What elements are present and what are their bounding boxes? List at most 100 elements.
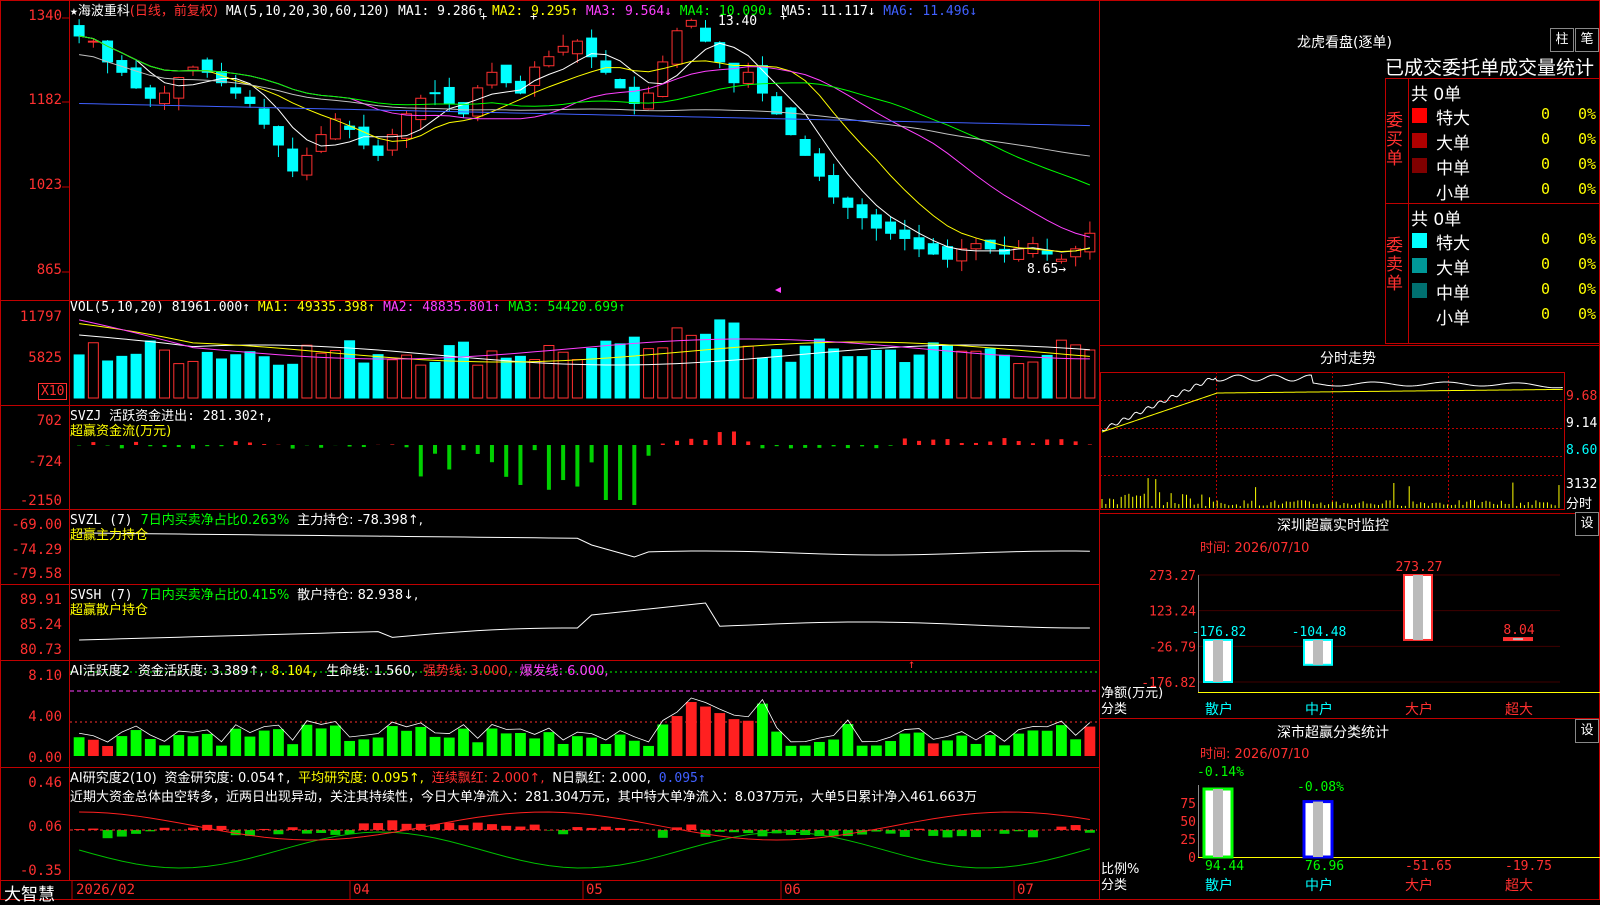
svzl-tick: -79.58 <box>4 566 62 582</box>
volume-bar <box>515 356 525 398</box>
activity-bar <box>316 728 327 756</box>
money-flow-bar <box>504 445 508 477</box>
volume-bar <box>316 353 326 398</box>
volume-bar <box>216 359 226 398</box>
volume-bar <box>644 349 654 398</box>
sz-stat-ytick: 0 <box>1188 851 1196 866</box>
volume-bar <box>373 355 383 398</box>
money-flow-bar <box>1002 438 1006 445</box>
sz-stat-settings-button[interactable]: 设 <box>1575 719 1599 743</box>
sz-stat-xlabel: 大户 <box>1405 877 1433 894</box>
candle-body <box>658 62 668 97</box>
volume-bar <box>757 358 767 398</box>
tick-mode-button[interactable]: 笔 <box>1575 28 1599 52</box>
money-flow-bar <box>946 439 950 445</box>
sz-stat-xlabel: 中户 <box>1305 877 1333 894</box>
sell-row-pct: 0% <box>1578 230 1596 248</box>
volume-bar <box>957 351 967 398</box>
volume-bar <box>999 355 1009 398</box>
sell-color-swatch <box>1412 258 1427 273</box>
volume-bar <box>587 348 597 398</box>
activity-bar <box>743 721 754 756</box>
activity-bar <box>202 734 213 756</box>
ai2-v2: 平均研究度: 0.095↑, <box>298 771 424 786</box>
bar-shade <box>1413 575 1423 640</box>
activity-bar <box>245 737 256 756</box>
volume-bar <box>701 334 711 398</box>
activity-bar <box>615 735 626 756</box>
activity-bar <box>971 744 982 756</box>
volume-bar <box>900 363 910 398</box>
money-flow-bar <box>490 445 494 462</box>
sz-stat-time: 时间: 2026/07/10 <box>1200 743 1309 762</box>
volume-bar <box>145 341 155 398</box>
activity-bar <box>401 731 412 756</box>
activity-bar <box>287 744 298 756</box>
sell-row-pct: 0% <box>1578 255 1596 273</box>
activity-bar <box>985 735 996 756</box>
research-bar <box>928 830 938 836</box>
chart-mode: (日线，前复权) <box>130 4 218 19</box>
buy-row-count: 0 <box>1541 105 1550 123</box>
sz-monitor-value: -176.82 <box>1192 625 1247 640</box>
money-flow-bar <box>590 445 594 462</box>
ai2-v1: 资金研究度: 0.054↑, <box>165 771 291 786</box>
activity-bar <box>415 727 426 756</box>
money-flow-bar <box>661 444 665 445</box>
brand-logo[interactable]: 大智慧 <box>4 880 55 905</box>
activity-bar <box>301 725 312 756</box>
ai2-tick: -0.35 <box>4 863 62 879</box>
svzl-tick: -74.29 <box>4 542 62 558</box>
activity-bar <box>544 732 555 756</box>
money-flow-bar <box>561 445 565 480</box>
ai2-v3: 连续飘红: 2.000↑, <box>432 771 545 786</box>
sz-stat-xlabel: 超大 <box>1505 878 1533 894</box>
money-flow-bar <box>689 439 693 445</box>
price-tick: 1023 <box>4 177 62 193</box>
ma6-value: MA6: 11.496↓ <box>883 4 977 19</box>
activity-bar <box>1013 734 1024 756</box>
stock-name[interactable]: 海波重科 <box>78 4 130 19</box>
volume-bar <box>871 350 881 398</box>
money-flow-bar <box>419 445 423 476</box>
money-flow-bar <box>248 442 252 445</box>
money-flow-bar <box>205 445 209 446</box>
sz-stat-value: -51.65 <box>1405 859 1452 874</box>
star-icon: ★ <box>70 4 78 19</box>
main-chart-canvas[interactable]: +++↑273.27123.24-26.79-176.82-176.82散户-1… <box>0 0 1600 900</box>
vol-ma1: MA1: 49335.398↑ <box>258 300 375 315</box>
volume-bar <box>430 362 440 398</box>
ai2-header: AI研究度2(10) 资金研究度: 0.054↑, 平均研究度: 0.095↑,… <box>70 767 706 786</box>
candle-body <box>957 249 967 261</box>
activity-bar <box>88 740 99 756</box>
money-flow-bar <box>1088 444 1092 445</box>
money-flow-bar <box>1017 441 1021 445</box>
candle-body <box>829 176 839 197</box>
research-bar <box>359 823 369 830</box>
activity-bar <box>259 731 270 756</box>
money-flow-bar <box>348 445 352 447</box>
candle-body <box>615 80 625 88</box>
volume-bar <box>658 348 668 398</box>
xaxis-label: 07 <box>1017 882 1034 898</box>
money-flow-bar <box>732 431 736 445</box>
bar-mode-button[interactable]: 柱 <box>1550 28 1574 52</box>
fenshi-vol-tick: 3132 <box>1566 477 1597 492</box>
research-bar <box>273 830 283 834</box>
money-flow-bar <box>262 444 266 445</box>
candle-body <box>871 215 881 228</box>
sz-stat-value: 94.44 <box>1205 859 1244 874</box>
sell-row-name: 大单 <box>1436 254 1470 279</box>
money-flow-bar <box>960 443 964 445</box>
fenshi-tick: 9.68 <box>1566 389 1597 404</box>
money-flow-bar <box>746 441 750 445</box>
candle-body <box>487 72 497 85</box>
research-bar <box>900 830 910 837</box>
candle-body <box>416 98 426 119</box>
sz-monitor-settings-button[interactable]: 设 <box>1575 512 1599 536</box>
money-flow-bar <box>163 445 167 447</box>
volume-bar <box>202 352 212 398</box>
buy-row-name: 大单 <box>1436 129 1470 154</box>
ma2-value: MA2: 9.295↑ <box>492 4 578 19</box>
ai1-header: AI活跃度2 资金活跃度: 3.389↑, 8.104, 生命线: 1.560,… <box>70 660 609 679</box>
